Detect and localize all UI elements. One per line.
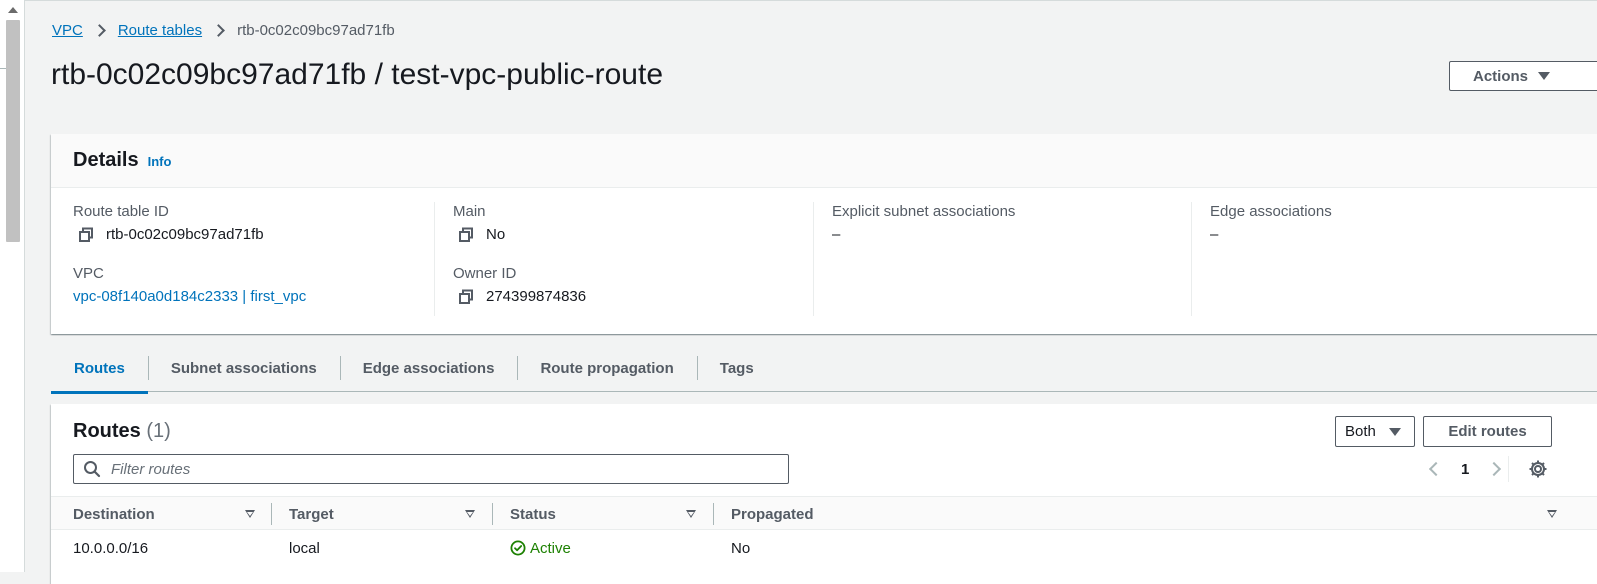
scroll-up-arrow-icon[interactable]	[8, 7, 18, 13]
breadcrumb-link-vpc[interactable]: VPC	[52, 22, 83, 39]
tab-bar: Routes Subnet associations Edge associat…	[51, 346, 1597, 394]
routes-heading: Routes (1)	[73, 420, 171, 443]
filter-routes-field[interactable]	[73, 454, 789, 484]
status-badge: Active	[510, 540, 571, 557]
column-header-target-label: Target	[289, 505, 334, 523]
info-link[interactable]: Info	[148, 154, 172, 169]
route-filter-select[interactable]: Both	[1335, 416, 1415, 447]
breadcrumb: VPC Route tables rtb-0c02c09bc97ad71fb	[52, 20, 395, 40]
cell-status: Active	[510, 531, 571, 565]
sort-icon[interactable]	[686, 510, 696, 518]
owner-id-value: 274399874836	[453, 285, 814, 309]
caret-down-icon	[1388, 427, 1401, 436]
column-header-target[interactable]: Target	[289, 497, 334, 531]
details-heading: Details	[73, 149, 139, 171]
table-row[interactable]: 10.0.0.0/16 local Active No	[51, 531, 1597, 565]
page-number[interactable]: 1	[1461, 461, 1469, 478]
cell-destination: 10.0.0.0/16	[73, 539, 149, 557]
vertical-scrollbar[interactable]	[0, 0, 25, 572]
routes-table-header: Destination Target Status Propagated	[51, 496, 1597, 530]
route-table-id-text: rtb-0c02c09bc97ad71fb	[106, 226, 264, 243]
details-column-1: Route table ID rtb-0c02c09bc97ad71fb VPC…	[73, 202, 433, 316]
page-title: rtb-0c02c09bc97ad71fb / test-vpc-public-…	[51, 58, 664, 91]
caret-down-icon	[1538, 72, 1551, 80]
cell-propagated: No	[731, 539, 751, 557]
tab-edge-associations[interactable]: Edge associations	[339, 346, 518, 392]
owner-id-label: Owner ID	[453, 265, 517, 282]
tab-route-propagation[interactable]: Route propagation	[517, 346, 696, 392]
scrollbar-notch	[0, 68, 6, 69]
actions-button[interactable]: Actions	[1449, 61, 1597, 91]
tab-routes[interactable]: Routes	[51, 346, 148, 394]
routes-count: (1)	[146, 420, 171, 442]
vpc-link[interactable]: vpc-08f140a0d184c2333 | first_vpc	[73, 285, 433, 309]
main-label: Main	[453, 203, 486, 220]
column-header-propagated-label: Propagated	[731, 505, 814, 523]
details-header: Details Info	[51, 134, 1597, 188]
breadcrumb-current: rtb-0c02c09bc97ad71fb	[237, 21, 395, 39]
tab-tags[interactable]: Tags	[696, 346, 777, 392]
edge-associations-label: Edge associations	[1210, 203, 1332, 220]
column-separator[interactable]	[271, 503, 272, 525]
route-table-id-label: Route table ID	[73, 203, 169, 220]
copy-icon[interactable]	[78, 227, 94, 243]
details-column-3: Explicit subnet associations –	[813, 202, 1193, 316]
explicit-subnet-associations-label: Explicit subnet associations	[832, 203, 1016, 220]
column-header-destination-label: Destination	[73, 505, 155, 523]
sort-icon[interactable]	[1547, 510, 1557, 518]
column-separator[interactable]	[713, 503, 714, 525]
routes-panel: Routes (1) Both Edit routes 1 Destinatio…	[51, 404, 1597, 584]
column-header-status[interactable]: Status	[510, 497, 556, 531]
check-circle-icon	[510, 540, 526, 556]
details-column-2: Main No Owner ID 274399874836	[434, 202, 814, 316]
pagination: 1	[1423, 458, 1502, 480]
status-text: Active	[530, 539, 571, 557]
divider	[1508, 456, 1509, 482]
column-header-destination[interactable]: Destination	[73, 497, 155, 531]
scrollbar-thumb[interactable]	[6, 20, 20, 242]
edit-routes-button[interactable]: Edit routes	[1423, 416, 1552, 447]
main-value: No	[453, 223, 814, 247]
edge-associations-value: –	[1210, 226, 1219, 243]
route-table-id-value: rtb-0c02c09bc97ad71fb	[73, 223, 433, 247]
chevron-left-icon[interactable]	[1428, 461, 1444, 477]
sort-icon[interactable]	[465, 510, 475, 518]
actions-button-label: Actions	[1473, 67, 1529, 85]
top-border	[25, 0, 1597, 1]
route-filter-select-value: Both	[1345, 423, 1376, 440]
copy-icon[interactable]	[458, 227, 474, 243]
chevron-right-icon[interactable]	[1487, 461, 1502, 477]
gear-icon[interactable]	[1528, 459, 1548, 479]
column-header-propagated[interactable]: Propagated	[731, 497, 814, 531]
chevron-right-icon	[92, 23, 106, 37]
search-icon	[83, 460, 101, 478]
tab-subnet-associations[interactable]: Subnet associations	[147, 346, 340, 392]
routes-title: Routes	[73, 420, 141, 442]
column-separator[interactable]	[492, 503, 493, 525]
sort-icon[interactable]	[245, 510, 255, 518]
copy-icon[interactable]	[458, 289, 474, 305]
filter-routes-input[interactable]	[109, 459, 709, 479]
column-header-status-label: Status	[510, 505, 556, 523]
vpc-label: VPC	[73, 265, 104, 282]
details-panel: Details Info Route table ID rtb-0c02c09b…	[51, 134, 1597, 334]
details-column-4: Edge associations –	[1191, 202, 1571, 316]
explicit-subnet-associations-value: –	[832, 226, 841, 243]
cell-target: local	[289, 539, 320, 557]
chevron-right-icon	[212, 23, 225, 37]
breadcrumb-link-route-tables[interactable]: Route tables	[118, 22, 202, 39]
owner-id-text: 274399874836	[486, 288, 587, 305]
main-value-text: No	[486, 226, 506, 243]
